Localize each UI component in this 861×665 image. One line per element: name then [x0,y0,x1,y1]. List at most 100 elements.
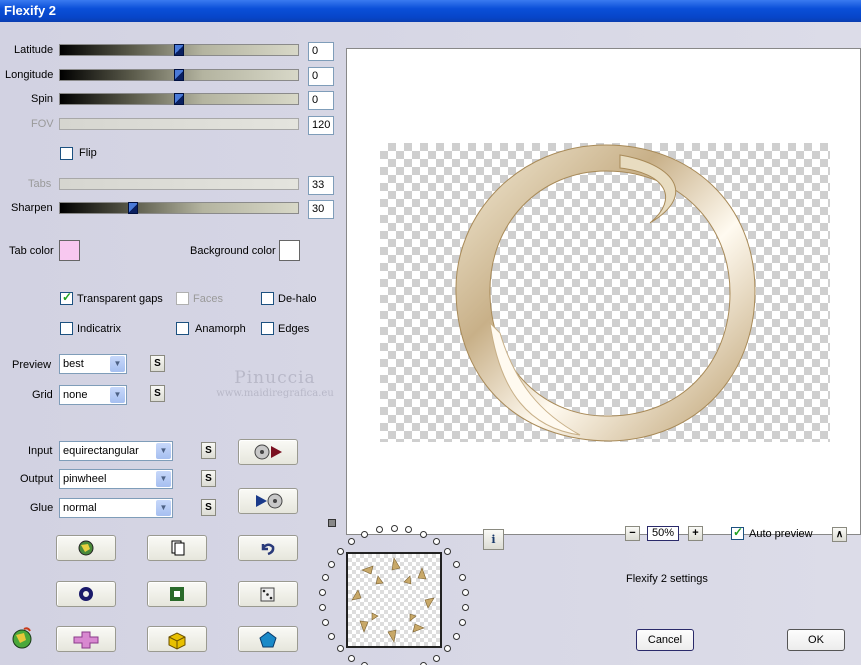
thumbnail-ring-dot[interactable] [361,530,369,538]
thumbnail-ring-dot[interactable] [348,654,356,662]
output-s-button[interactable]: S [201,470,216,487]
ring-icon [79,587,93,601]
indicatrix-checkbox[interactable] [60,322,73,335]
chevron-down-icon[interactable]: ▼ [156,443,171,459]
flip-label: Flip [79,147,97,159]
zoom-in-button[interactable]: + [688,526,703,541]
thumbnail-ring-dot[interactable] [432,654,440,662]
grid-s-button[interactable]: S [150,385,165,402]
collapse-button[interactable]: ∧ [832,527,847,542]
random-dice-button[interactable] [238,581,298,607]
square-frame-icon [170,587,184,601]
tabs-field[interactable]: 33 [308,176,334,195]
edges-label: Edges [278,323,310,335]
edges-checkbox[interactable] [261,322,274,335]
faces-label: Faces [193,293,223,305]
thumbnail-preview[interactable] [346,552,442,648]
thumbnail-ring-dot[interactable] [328,560,336,568]
de-halo-label: De-halo [278,293,317,305]
thumbnail-ring-dot[interactable] [322,618,330,626]
thumbnail-ring-dot[interactable] [444,644,451,652]
randomize-button[interactable] [56,535,116,561]
thumbnail-ring-dot[interactable] [390,524,398,532]
thumbnail-ring-dot[interactable] [419,530,427,538]
thumbnail-ring-dot[interactable] [322,574,330,582]
background-color-swatch[interactable] [279,240,300,261]
thumbnail-handle[interactable] [328,519,336,527]
sharpen-field[interactable]: 30 [308,200,334,219]
input-s-button[interactable]: S [201,442,216,459]
spin-slider-thumb[interactable] [174,93,184,105]
input-select[interactable]: equirectangular ▼ [59,441,173,461]
longitude-field[interactable]: 0 [308,67,334,86]
thumbnail-ring-dot[interactable] [458,618,466,626]
chevron-down-icon[interactable]: ▼ [156,500,171,516]
thumbnail-ring-dot[interactable] [318,588,326,596]
info-button[interactable]: i [483,529,504,550]
latitude-field[interactable]: 0 [308,42,334,61]
thumbnail-ring-dot[interactable] [462,604,470,612]
preview-select[interactable]: best ▼ [59,354,127,374]
chevron-down-icon[interactable]: ▼ [110,387,125,403]
fov-label: FOV [31,118,54,130]
ring-preview-image [455,144,756,442]
preview-area[interactable] [346,48,861,535]
latitude-slider-thumb[interactable] [174,44,184,56]
cube-button[interactable] [147,626,207,652]
grid-select[interactable]: none ▼ [59,385,127,405]
input-select-value: equirectangular [63,445,139,457]
auto-preview-label: Auto preview [749,528,813,540]
thumbnail-ring-dot[interactable] [318,604,326,612]
tab-color-swatch[interactable] [59,240,80,261]
longitude-label: Longitude [5,69,54,81]
spin-slider[interactable] [59,93,299,105]
flip-checkbox[interactable] [60,147,73,160]
zoom-out-button[interactable]: − [625,526,640,541]
cancel-button[interactable]: Cancel [636,629,694,651]
ring-button[interactable] [56,581,116,607]
de-halo-checkbox[interactable] [261,292,274,305]
latitude-label: Latitude [14,44,54,56]
transparent-gaps-checkbox[interactable] [60,290,73,305]
latitude-slider[interactable] [59,44,299,56]
watermark-name: Pinuccia [234,368,316,388]
glue-select[interactable]: normal ▼ [59,498,173,518]
pentagon-button[interactable] [238,626,298,652]
output-label: Output [20,473,54,485]
sharpen-slider-thumb[interactable] [128,202,138,214]
longitude-slider[interactable] [59,69,299,81]
longitude-slider-thumb[interactable] [174,69,184,81]
thumbnail-ring-dot[interactable] [336,644,344,652]
copy-button[interactable] [147,535,207,561]
auto-preview-checkbox[interactable] [731,525,744,540]
thumbnail-ring-dot[interactable] [348,538,356,546]
chevron-down-icon[interactable]: ▼ [110,356,125,372]
sharpen-slider[interactable] [59,202,299,214]
glue-s-button[interactable]: S [201,499,216,516]
thumbnail-ring-dot[interactable] [375,526,383,534]
fov-field[interactable]: 120 [308,116,334,135]
anamorph-checkbox[interactable] [176,322,189,335]
thumbnail-ring-dot[interactable] [336,548,344,556]
transparent-gaps-label: Transparent gaps [77,293,163,305]
save-preset-button[interactable] [238,488,298,514]
frame-button[interactable] [147,581,207,607]
thumbnail-ring-dot[interactable] [458,574,466,582]
anamorph-label: Anamorph [195,323,246,335]
thumbnail-ring-dot[interactable] [328,632,336,640]
cube-icon [168,632,186,650]
thumbnail-ring-dot[interactable] [462,588,470,596]
thumbnail-ring-dot[interactable] [432,538,440,546]
load-preset-button[interactable] [238,439,298,465]
undo-button[interactable] [238,535,298,561]
ok-button[interactable]: OK [787,629,845,651]
thumbnail-ring-dot[interactable] [444,548,451,556]
watermark: Pinuccia www.maidiregrafica.eu [210,368,340,399]
spin-field[interactable]: 0 [308,91,334,110]
output-select[interactable]: pinwheel ▼ [59,469,173,489]
thumbnail-ring-dot[interactable] [452,560,460,568]
preview-s-button[interactable]: S [150,355,165,372]
thumbnail-ring-dot[interactable] [452,632,460,640]
cross-button[interactable] [56,626,116,652]
chevron-down-icon[interactable]: ▼ [156,471,171,487]
